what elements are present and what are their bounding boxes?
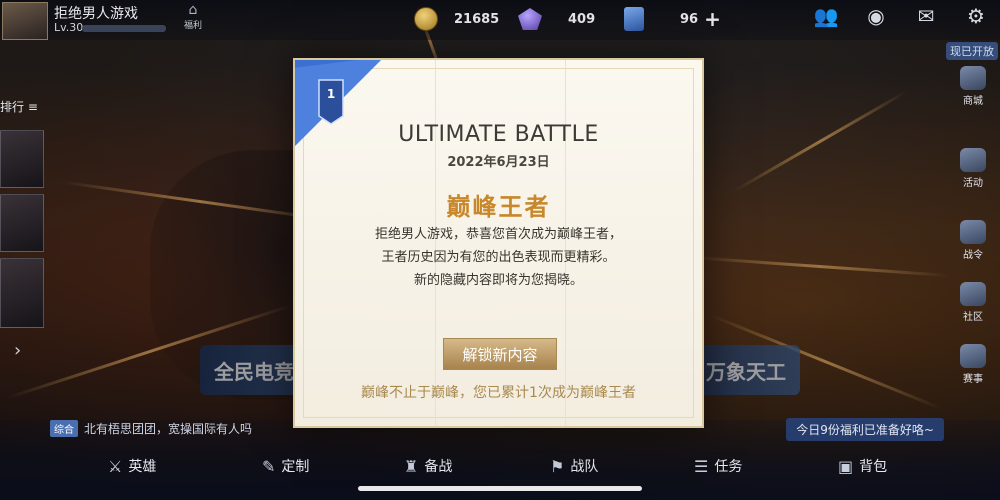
nav-team[interactable]: ⚑ 战队 bbox=[550, 456, 598, 476]
news-badge[interactable]: 现已开放 bbox=[946, 42, 998, 60]
community-button[interactable]: 社区 bbox=[948, 282, 998, 323]
gold-amount: 21685 bbox=[454, 11, 500, 27]
exp-bar bbox=[82, 25, 166, 32]
nav-prepare[interactable]: ♜ 备战 bbox=[404, 456, 452, 476]
backpack-icon: ▣ bbox=[838, 456, 854, 476]
nav-heroes-label: 英雄 bbox=[128, 459, 157, 475]
settings-gear-icon[interactable]: ⚙ bbox=[962, 4, 990, 28]
announcement-text: 北有梧思团团，宽操国际有人吗 bbox=[84, 422, 253, 436]
modal-title: ULTIMATE BATTLE bbox=[398, 122, 599, 147]
welfare-label: 福利 bbox=[183, 21, 202, 31]
hero-icon: ⚔ bbox=[108, 456, 123, 476]
player-name: 拒绝男人游戏 bbox=[54, 6, 138, 22]
announcement-ticker[interactable]: 综合 北有梧思团团，宽操国际有人吗 bbox=[50, 420, 252, 437]
unlock-content-button[interactable]: 解锁新内容 bbox=[443, 338, 557, 370]
battle-pass-icon bbox=[960, 220, 986, 244]
events-icon bbox=[960, 148, 986, 172]
trophy-icon bbox=[960, 344, 986, 368]
ranking-label[interactable]: 排行 ≡ bbox=[0, 98, 38, 115]
friends-icon[interactable]: 👥 bbox=[812, 4, 840, 28]
message-line: 王者历史因为有您的出色表现而更精彩。 bbox=[381, 250, 616, 265]
ranking-avatar-card[interactable] bbox=[0, 194, 44, 252]
nav-prepare-label: 备战 bbox=[424, 459, 453, 475]
gift-icon: ⌂ bbox=[188, 2, 198, 18]
community-icon bbox=[960, 282, 986, 306]
add-voucher-icon[interactable]: + bbox=[704, 7, 721, 31]
voucher-counter[interactable]: 96 + bbox=[624, 6, 721, 32]
message-line: 拒绝男人游戏，恭喜您首次成为巅峰王者， bbox=[374, 227, 622, 242]
voucher-icon bbox=[624, 7, 644, 31]
mail-icon[interactable]: ✉ bbox=[912, 4, 940, 28]
nav-custom[interactable]: ✎ 定制 bbox=[262, 456, 309, 476]
nav-team-label: 战队 bbox=[570, 459, 599, 475]
nav-custom-label: 定制 bbox=[281, 459, 310, 475]
player-level: Lv.30 bbox=[54, 21, 84, 34]
nav-tasks-label: 任务 bbox=[714, 459, 743, 475]
ranking-avatar-card[interactable] bbox=[0, 258, 44, 328]
custom-icon: ✎ bbox=[262, 456, 276, 476]
congrats-message: 拒绝男人游戏，恭喜您首次成为巅峰王者， 王者历史因为有您的出色表现而更精彩。 新… bbox=[295, 223, 702, 292]
voucher-amount: 96 bbox=[680, 11, 699, 27]
rank-name: 巅峰王者 bbox=[446, 193, 551, 221]
spectate-eye-icon[interactable]: ◉ bbox=[862, 4, 890, 28]
gold-coin-icon bbox=[414, 7, 438, 31]
diamond-amount: 409 bbox=[568, 11, 596, 27]
nav-heroes[interactable]: ⚔ 英雄 bbox=[108, 456, 156, 476]
prepare-icon: ♜ bbox=[404, 456, 419, 476]
top-bar: 拒绝男人游戏 Lv.30 ⌂ 福利 21685 409 96 + 👥 ◉ ✉ ⚙ bbox=[0, 0, 1000, 40]
message-line: 新的隐藏内容即将为您揭晓。 bbox=[413, 273, 583, 288]
esports-button[interactable]: 赛事 bbox=[948, 344, 998, 385]
ranking-avatar-card[interactable] bbox=[0, 130, 44, 188]
community-label: 社区 bbox=[963, 312, 983, 323]
gold-counter[interactable]: 21685 bbox=[414, 6, 499, 32]
nav-backpack-label: 背包 bbox=[859, 459, 888, 475]
daily-welfare-strip[interactable]: 今日9份福利已准备好咯~ bbox=[786, 418, 944, 441]
diamond-counter[interactable]: 409 bbox=[518, 6, 595, 32]
events-button[interactable]: 活动 bbox=[948, 148, 998, 189]
welfare-button[interactable]: ⌂ 福利 bbox=[178, 2, 208, 31]
diamond-icon bbox=[518, 8, 542, 30]
esports-label: 赛事 bbox=[963, 374, 983, 385]
rank-badge-number: 1 bbox=[327, 87, 335, 101]
announcement-tag: 综合 bbox=[50, 420, 78, 437]
nav-backpack[interactable]: ▣ 背包 bbox=[838, 456, 887, 476]
achievement-modal: 1 ULTIMATE BATTLE 2022年6月23日 巅峰王者 拒绝男人游戏… bbox=[293, 58, 704, 428]
chevron-right-icon[interactable]: › bbox=[14, 340, 21, 361]
modal-footer-text: 巅峰不止于巅峰，您已累计1次成为巅峰王者 bbox=[361, 385, 636, 401]
nav-tasks[interactable]: ☰ 任务 bbox=[694, 456, 742, 476]
tasks-icon: ☰ bbox=[694, 456, 709, 476]
shop-button[interactable]: 商城 bbox=[948, 66, 998, 107]
battle-pass-label: 战令 bbox=[963, 250, 983, 261]
battle-pass-button[interactable]: 战令 bbox=[948, 220, 998, 261]
top-icon-group: 👥 ◉ ✉ ⚙ bbox=[812, 4, 990, 28]
shop-label: 商城 bbox=[963, 96, 983, 107]
events-label: 活动 bbox=[963, 178, 983, 189]
team-icon: ⚑ bbox=[550, 456, 565, 476]
player-avatar[interactable] bbox=[2, 2, 48, 40]
shop-icon bbox=[960, 66, 986, 90]
modal-date: 2022年6月23日 bbox=[447, 155, 550, 170]
home-indicator[interactable] bbox=[358, 486, 642, 491]
